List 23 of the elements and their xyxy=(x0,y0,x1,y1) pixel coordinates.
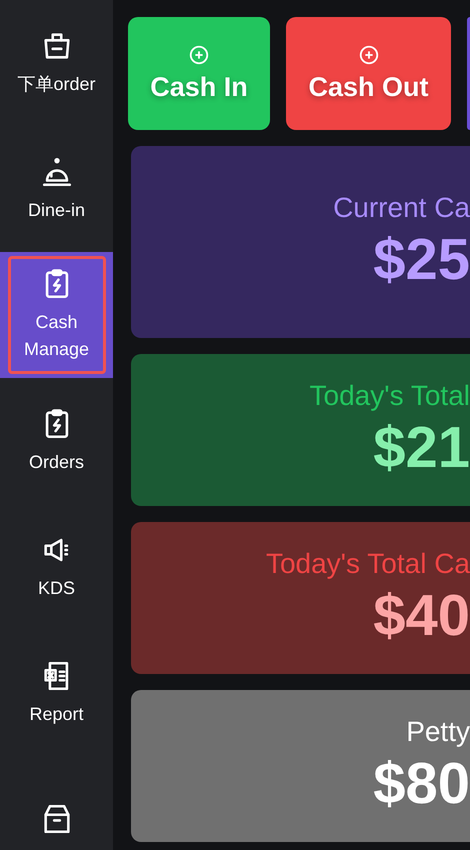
nav-label: Orders xyxy=(28,450,85,474)
nav-item[interactable]: KDS xyxy=(0,504,113,630)
card-value: $21 xyxy=(373,414,470,482)
card-label: Today's Total Ca xyxy=(266,547,470,581)
nav-item[interactable]: Report xyxy=(0,630,113,756)
card-label: Today's Total xyxy=(310,379,470,413)
cash-out-button[interactable]: Cash Out xyxy=(286,17,451,130)
nav-item[interactable]: 下单order xyxy=(0,0,113,126)
nav-item[interactable]: Dine-in xyxy=(0,126,113,252)
nav-label: Dine-in xyxy=(26,198,86,222)
card-value: $80 xyxy=(373,750,470,818)
plus-circle-icon xyxy=(358,44,380,66)
card-label: Petty xyxy=(406,715,470,749)
nav-item[interactable]: Orders xyxy=(0,378,113,504)
plus-circle-icon xyxy=(188,44,210,66)
nav-item[interactable]: Cash Manage xyxy=(0,252,113,378)
nav-label: Report xyxy=(28,702,85,726)
nav-label: 下单order xyxy=(16,72,97,96)
card-value: $40 xyxy=(373,582,470,650)
nav-label: Cash Manage xyxy=(22,311,90,361)
card-label: Current Ca xyxy=(333,191,470,225)
card-value: $25 xyxy=(373,226,470,294)
nav-label: KDS xyxy=(36,576,76,600)
